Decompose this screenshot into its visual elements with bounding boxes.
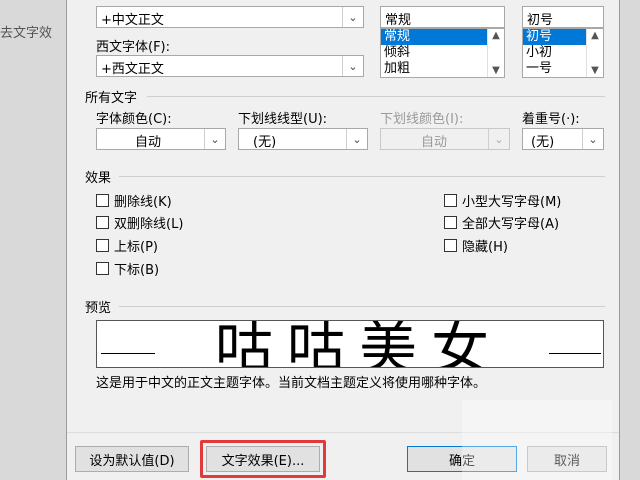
checkbox-box[interactable] <box>444 239 457 252</box>
highlight-box <box>200 440 326 478</box>
double-strikethrough-checkbox[interactable]: 双删除线(L) <box>96 213 183 232</box>
western-font-combo[interactable]: +西文正文 ⌄ <box>96 55 364 77</box>
chinese-font-value: +中文正文 <box>101 13 164 28</box>
font-color-label: 字体颜色(C): <box>96 112 172 127</box>
list-item[interactable]: 加粗 <box>381 61 504 77</box>
hidden-checkbox[interactable]: 隐藏(H) <box>444 236 508 255</box>
font-style-value: 常规 <box>385 13 412 28</box>
checkbox-box[interactable] <box>96 239 109 252</box>
scroll-up-icon[interactable]: ▲ <box>488 30 504 41</box>
chinese-font-combo[interactable]: +中文正文 ⌄ <box>96 6 364 28</box>
font-style-input[interactable]: 常规 <box>380 6 505 28</box>
section-divider <box>119 176 605 177</box>
underline-type-combo[interactable]: (无) ⌄ <box>238 128 368 150</box>
preview-baseline <box>101 353 155 354</box>
checkbox-label: 小型大写字母(M) <box>462 195 562 210</box>
underline-color-label: 下划线颜色(I): <box>380 112 464 127</box>
western-font-label: 西文字体(F): <box>96 40 171 55</box>
section-divider <box>119 306 605 307</box>
preview-description: 这是用于中文的正文主题字体。当前文档主题定义将使用哪种字体。 <box>96 376 487 391</box>
font-size-input[interactable]: 初号 <box>522 6 604 28</box>
superscript-checkbox[interactable]: 上标(P) <box>96 236 158 255</box>
emphasis-label: 着重号(·): <box>522 112 580 127</box>
chevron-down-icon[interactable]: ⌄ <box>582 129 603 149</box>
scrollbar[interactable]: ▲ ▼ <box>586 29 603 77</box>
emphasis-combo[interactable]: (无) ⌄ <box>522 128 604 150</box>
checkbox-label: 下标(B) <box>114 263 160 278</box>
font-size-list[interactable]: 初号 小初 一号 ▲ ▼ <box>522 28 604 78</box>
all-text-section-title: 所有文字 <box>85 91 138 106</box>
chevron-down-icon[interactable]: ⌄ <box>204 129 225 149</box>
checkbox-box[interactable] <box>96 216 109 229</box>
font-color-combo[interactable]: 自动 ⌄ <box>96 128 226 150</box>
preview-box: 咕咕美女 <box>96 320 604 368</box>
all-caps-checkbox[interactable]: 全部大写字母(A) <box>444 213 559 232</box>
scrollbar[interactable]: ▲ ▼ <box>487 29 504 77</box>
checkbox-box[interactable] <box>96 262 109 275</box>
watermark-shade <box>462 400 612 480</box>
set-default-button[interactable]: 设为默认值(D) <box>75 446 189 472</box>
chevron-down-icon[interactable]: ⌄ <box>342 7 363 27</box>
emphasis-value: (无) <box>531 135 555 150</box>
strikethrough-checkbox[interactable]: 删除线(K) <box>96 191 172 210</box>
underline-color-value: 自动 <box>421 135 448 150</box>
scroll-up-icon[interactable]: ▲ <box>587 30 603 41</box>
background-document-text: 去文字效 <box>0 26 53 41</box>
underline-color-combo: 自动 ⌄ <box>380 128 510 150</box>
chevron-down-icon[interactable]: ⌄ <box>342 56 363 76</box>
checkbox-label: 删除线(K) <box>114 195 172 210</box>
scroll-down-icon[interactable]: ▼ <box>488 65 504 76</box>
checkbox-label: 隐藏(H) <box>462 240 508 255</box>
font-dialog: +中文正文 ⌄ 常规 初号 西文字体(F): +西文正文 ⌄ 常规 倾斜 加粗 … <box>66 0 620 480</box>
checkbox-box[interactable] <box>444 216 457 229</box>
scroll-down-icon[interactable]: ▼ <box>587 65 603 76</box>
list-item[interactable]: 常规 <box>381 29 504 45</box>
checkbox-label: 上标(P) <box>114 240 158 255</box>
checkbox-label: 双删除线(L) <box>114 217 184 232</box>
font-size-value: 初号 <box>527 13 554 28</box>
checkbox-box[interactable] <box>444 194 457 207</box>
chevron-down-icon: ⌄ <box>488 129 509 149</box>
western-font-value: +西文正文 <box>101 62 164 77</box>
small-caps-checkbox[interactable]: 小型大写字母(M) <box>444 191 561 210</box>
effects-section-title: 效果 <box>85 171 112 186</box>
preview-section-title: 预览 <box>85 301 112 316</box>
checkbox-label: 全部大写字母(A) <box>462 217 560 232</box>
checkbox-box[interactable] <box>96 194 109 207</box>
font-style-list[interactable]: 常规 倾斜 加粗 ▲ ▼ <box>380 28 505 78</box>
preview-baseline <box>549 353 601 354</box>
chevron-down-icon[interactable]: ⌄ <box>346 129 367 149</box>
underline-type-value: (无) <box>253 135 277 150</box>
subscript-checkbox[interactable]: 下标(B) <box>96 259 159 278</box>
list-item[interactable]: 倾斜 <box>381 45 504 61</box>
section-divider <box>147 96 605 97</box>
preview-sample-text: 咕咕美女 <box>215 320 504 368</box>
font-color-value: 自动 <box>135 135 162 150</box>
underline-type-label: 下划线线型(U): <box>238 112 328 127</box>
